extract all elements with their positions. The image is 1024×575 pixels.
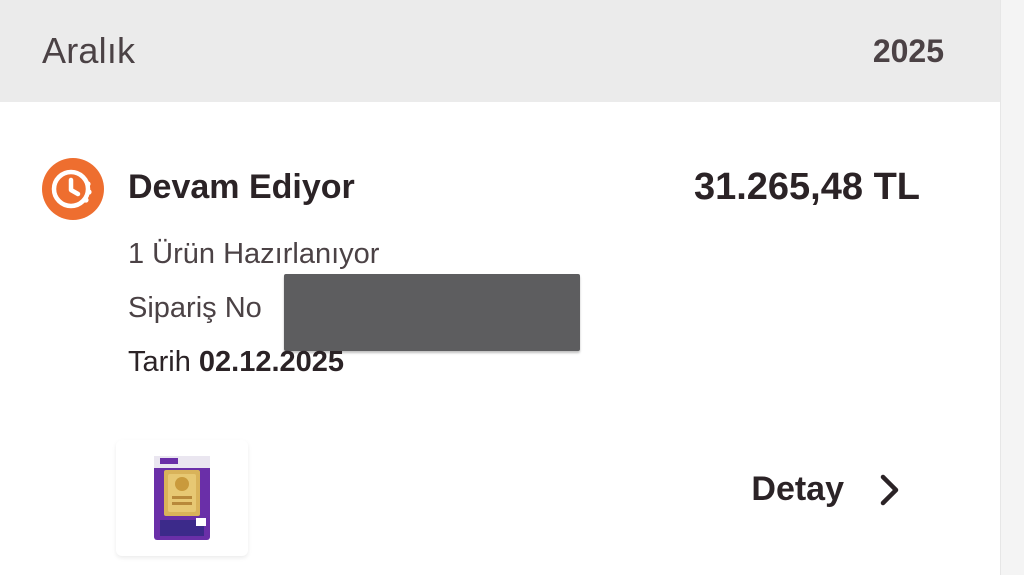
- order-number-redacted: [284, 274, 580, 351]
- items-status: 1 Ürün Hazırlanıyor: [128, 238, 380, 270]
- scrollbar-track[interactable]: [1000, 0, 1024, 575]
- chevron-right-icon: [880, 474, 899, 505]
- month-name: Aralık: [42, 30, 136, 71]
- clock-icon: [42, 158, 104, 220]
- detail-link[interactable]: Detay: [751, 470, 904, 509]
- year-label: 2025: [872, 32, 944, 69]
- product-thumbnail[interactable]: [116, 440, 248, 556]
- orders-page: Aralık 2025 Devam Ediyor 31.265,48 TL 1 …: [0, 0, 1024, 575]
- month-section-header: Aralık 2025: [0, 0, 1000, 102]
- orders-list: Aralık 2025 Devam Ediyor 31.265,48 TL 1 …: [0, 0, 1000, 575]
- order-number-label: Sipariş No: [128, 292, 262, 324]
- gold-bar-product-image: [154, 456, 210, 540]
- order-status: Devam Ediyor: [128, 168, 355, 206]
- order-date-label: Tarih: [128, 346, 191, 378]
- order-date: Tarih 02.12.2025: [128, 346, 344, 379]
- order-total: 31.265,48 TL: [693, 166, 920, 208]
- order-date-value: 02.12.2025: [198, 346, 345, 378]
- detail-label: Detay: [751, 470, 844, 508]
